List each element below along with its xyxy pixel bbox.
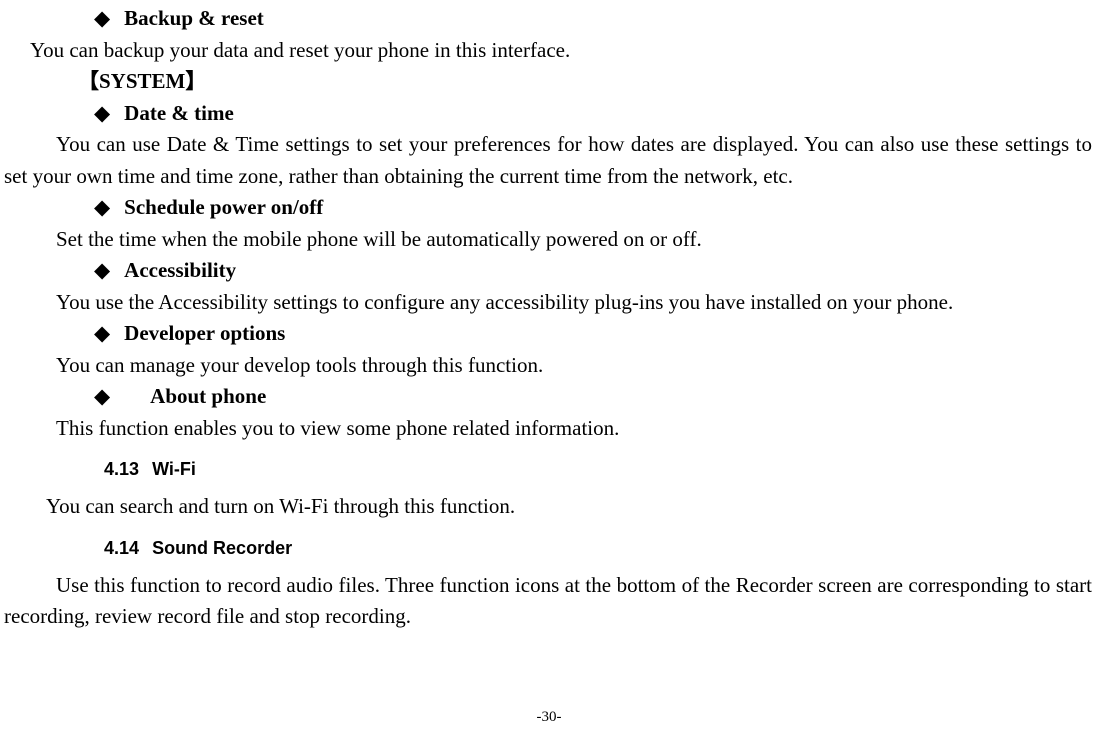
bullet-item-datetime: ◆ Date & time bbox=[94, 98, 1092, 130]
item-title: About phone bbox=[150, 381, 266, 413]
subsection-title: Sound Recorder bbox=[152, 538, 292, 558]
diamond-bullet-icon: ◆ bbox=[94, 381, 110, 413]
bullet-item-about: ◆ About phone bbox=[94, 381, 1092, 413]
subsection-wifi: 4.13 Wi-Fi bbox=[104, 456, 1092, 483]
subsection-description: Use this function to record audio files.… bbox=[4, 570, 1092, 633]
subsection-recorder: 4.14 Sound Recorder bbox=[104, 535, 1092, 562]
diamond-bullet-icon: ◆ bbox=[94, 318, 110, 350]
item-title: Accessibility bbox=[124, 255, 236, 287]
diamond-bullet-icon: ◆ bbox=[94, 255, 110, 287]
item-title: Backup & reset bbox=[124, 3, 264, 35]
subsection-number: 4.13 bbox=[104, 459, 139, 479]
item-description: This function enables you to view some p… bbox=[4, 413, 1092, 445]
subsection-number: 4.14 bbox=[104, 538, 139, 558]
bullet-item-accessibility: ◆ Accessibility bbox=[94, 255, 1092, 287]
bullet-item-developer: ◆ Developer options bbox=[94, 318, 1092, 350]
item-description: You can backup your data and reset your … bbox=[4, 35, 1092, 67]
item-description: You use the Accessibility settings to co… bbox=[4, 287, 1092, 319]
subsection-description: You can search and turn on Wi-Fi through… bbox=[4, 491, 1092, 523]
item-description: You can manage your develop tools throug… bbox=[4, 350, 1092, 382]
item-title: Developer options bbox=[124, 318, 285, 350]
item-description: You can use Date & Time settings to set … bbox=[4, 129, 1092, 192]
bullet-item-schedule: ◆ Schedule power on/off bbox=[94, 192, 1092, 224]
bullet-item-backup: ◆ Backup & reset bbox=[94, 3, 1092, 35]
item-description: Set the time when the mobile phone will … bbox=[4, 224, 1092, 256]
page-number: -30- bbox=[0, 706, 1098, 729]
diamond-bullet-icon: ◆ bbox=[94, 3, 110, 35]
diamond-bullet-icon: ◆ bbox=[94, 192, 110, 224]
diamond-bullet-icon: ◆ bbox=[94, 98, 110, 130]
item-title: Schedule power on/off bbox=[124, 192, 323, 224]
subsection-title: Wi-Fi bbox=[152, 459, 196, 479]
document-page: ◆ Backup & reset You can backup your dat… bbox=[0, 0, 1098, 633]
item-title: Date & time bbox=[124, 98, 234, 130]
system-category-label: 【SYSTEM】 bbox=[78, 66, 1092, 98]
